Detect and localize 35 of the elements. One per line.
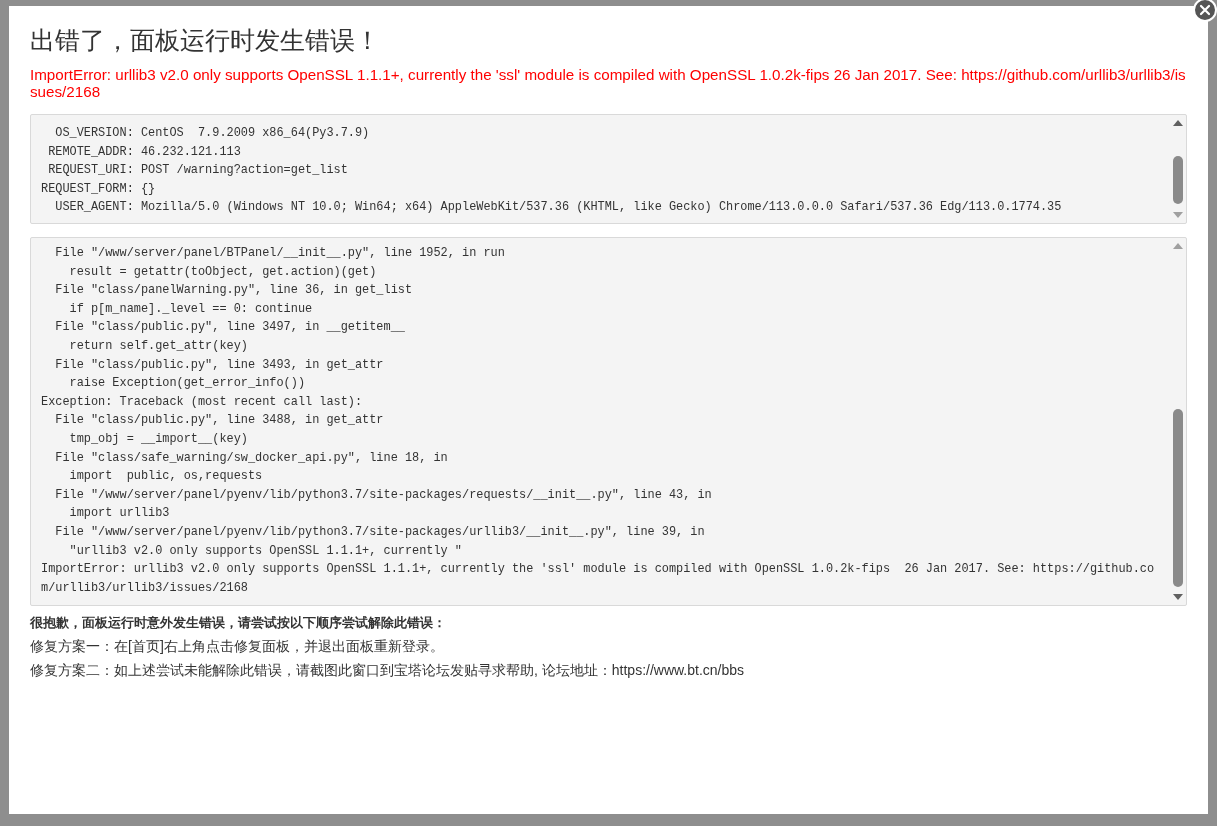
code-line: import urllib3: [68, 505, 170, 523]
code-line: ImportError: urllib3 v2.0 only supports OpenSSL 1.1.1+, currently the 'ssl' module is compiled with OpenSSL 1.0.2k-fips 26 Jan 2017. See: https://github.co: [41, 561, 1155, 579]
code-line: m/urllib3/urllib3/issues/2168: [41, 579, 248, 597]
code-line: REQUEST_URI: POST /warning?action=get_list: [47, 162, 348, 180]
help-text: 修复方案二：如上述尝试未能解除此错误，请截图此窗口到宝塔论坛发贴寻求帮助, 论坛地址：https://www.bt.cn/bbs: [30, 661, 746, 680]
code-line: return self.get_attr(key): [68, 337, 248, 355]
code-line: File "/www/server/panel/pyenv/lib/python3.7/site-packages/urllib3/__init__.py", line 39, in: [54, 523, 705, 541]
scroll-down-icon[interactable]: [1172, 212, 1183, 218]
code-line: REQUEST_FORM: {}: [41, 180, 156, 198]
code-line: import public, os,requests: [68, 468, 263, 486]
help-heading: 很抱歉，面板运行时意外发生错误，请尝试按以下顺序尝试解除此错误：: [30, 614, 447, 632]
code-line: Exception: Traceback (most recent call last):: [41, 393, 363, 411]
code-line: OS_VERSION: CentOS 7.9.2009 x86_64(Py3.7.9): [54, 125, 370, 142]
scroll-up-icon[interactable]: [1172, 243, 1183, 249]
close-icon: [1199, 4, 1211, 16]
code-line: File "class/safe_warning/sw_docker_api.py", line 18, in: [54, 449, 448, 467]
scroll-down-icon[interactable]: [1172, 594, 1183, 600]
code-line: File "class/panelWarning.py", line 36, in get_list: [54, 282, 413, 300]
code-line: tmp_obj = __import__(key): [68, 430, 248, 448]
code-line: USER_AGENT: Mozilla/5.0 (Windows NT 10.0; Win64; x64) AppleWebKit/537.36 (KHTML, like Gecko) Chrome/113.0.0.0 Safari/537.36 Edg/113.0.1774.35: [54, 199, 1062, 217]
code-line: "urllib3 v2.0 only supports OpenSSL 1.1.1+, currently ": [68, 542, 462, 560]
code-line: result = getattr(toObject, get.action)(get): [68, 263, 377, 281]
code-line: if p[m_name]._level == 0: continue: [68, 300, 313, 318]
code-line: File "class/public.py", line 3497, in __getitem__: [54, 319, 405, 337]
code-line: File "/www/server/panel/pyenv/lib/python3.7/site-packages/requests/__init__.py", line 43, in: [54, 486, 712, 504]
error-message: ImportError: urllib3 v2.0 only supports OpenSSL 1.1.1+, currently the 'ssl' module is compiled with OpenSSL 1.0.2k-fips 26 Jan 2017. See: https://github.com/urllib3/urllib3/issues/2168: [30, 66, 1187, 100]
help-text: 修复方案一：在[首页]右上角点击修复面板，并退出面板重新登录。: [30, 637, 445, 656]
code-line: File "/www/server/panel/BTPanel/__init__.py", line 1952, in run: [54, 245, 505, 262]
code-line: raise Exception(get_error_info()): [68, 375, 305, 393]
code-line: File "class/public.py", line 3488, in get_attr: [54, 412, 384, 430]
code-line: File "class/public.py", line 3493, in get_attr: [54, 356, 384, 374]
dialog-title: 出错了，面板运行时发生错误！: [30, 25, 381, 56]
close-button[interactable]: [1193, 0, 1217, 22]
code-line: REMOTE_ADDR: 46.232.121.113: [47, 143, 241, 161]
scroll-up-icon[interactable]: [1172, 120, 1183, 126]
